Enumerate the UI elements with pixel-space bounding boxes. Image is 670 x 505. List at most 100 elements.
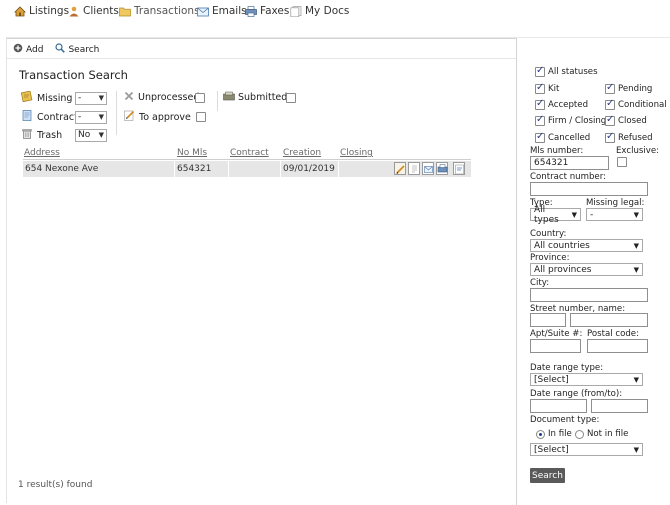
status-checkbox[interactable] bbox=[605, 131, 615, 143]
province-select[interactable]: All provinces ▼ bbox=[530, 263, 643, 276]
chevron-down-icon: ▼ bbox=[98, 94, 104, 102]
to-approve-label: To approve bbox=[139, 111, 191, 123]
status-checkbox[interactable] bbox=[605, 98, 615, 110]
col-contract[interactable]: Contract bbox=[230, 148, 269, 158]
col-address[interactable]: Address bbox=[24, 148, 60, 158]
postal-label: Postal code: bbox=[587, 329, 639, 339]
submitted-icon bbox=[223, 91, 235, 104]
table-header-rule bbox=[23, 159, 471, 160]
document-select-value: [Select] bbox=[534, 444, 569, 455]
status-label: Refused bbox=[618, 133, 653, 143]
date-range-label: Date range (from/to): bbox=[530, 389, 623, 399]
status-checkbox[interactable] bbox=[535, 82, 545, 94]
nav-clients-label: Clients bbox=[83, 5, 119, 17]
nav-listings[interactable]: Listings bbox=[14, 4, 69, 18]
nav-emails[interactable]: Emails bbox=[197, 4, 247, 18]
status-conditional[interactable]: Conditional bbox=[605, 98, 667, 110]
document-select[interactable]: [Select] ▼ bbox=[530, 443, 643, 456]
city-input[interactable] bbox=[530, 288, 648, 302]
apt-label: Apt/Suite #: bbox=[530, 329, 583, 339]
status-firm-closing[interactable]: Firm / Closing bbox=[535, 114, 606, 126]
nav-clients[interactable]: Clients bbox=[68, 4, 119, 18]
apt-input[interactable] bbox=[530, 339, 581, 353]
date-to-input[interactable] bbox=[591, 399, 648, 413]
search-button[interactable]: Search bbox=[530, 468, 565, 483]
contract-filter: Contract - ▼ bbox=[21, 110, 107, 124]
status-checkbox[interactable] bbox=[535, 131, 545, 143]
col-mls[interactable]: No Mls bbox=[177, 148, 207, 158]
type-select-value: All types bbox=[534, 204, 559, 225]
print-icon[interactable] bbox=[436, 162, 448, 175]
country-select[interactable]: All countries ▼ bbox=[530, 239, 643, 252]
all-statuses-checkbox[interactable] bbox=[535, 65, 545, 77]
cell-address: 654 Nexone Ave bbox=[25, 164, 99, 174]
top-nav: Listings Clients Transactions Emails Fax… bbox=[0, 0, 670, 22]
nav-mydocs[interactable]: My Docs bbox=[290, 4, 349, 18]
submitted-checkbox[interactable] bbox=[286, 92, 296, 103]
status-closed[interactable]: Closed bbox=[605, 114, 647, 126]
nav-transactions[interactable]: Transactions bbox=[119, 4, 200, 18]
contract-select[interactable]: - ▼ bbox=[75, 110, 107, 124]
not-in-file-radio[interactable] bbox=[575, 429, 584, 439]
status-pending[interactable]: Pending bbox=[605, 82, 652, 94]
col-closing[interactable]: Closing bbox=[340, 148, 373, 158]
status-refused[interactable]: Refused bbox=[605, 131, 653, 143]
date-range-type-select[interactable]: [Select] ▼ bbox=[530, 373, 643, 386]
submitted-filter: Submitted bbox=[223, 91, 296, 104]
status-label: Kit bbox=[548, 84, 560, 94]
status-accepted[interactable]: Accepted bbox=[535, 98, 588, 110]
email-icon[interactable] bbox=[422, 162, 434, 175]
nav-listings-label: Listings bbox=[29, 5, 70, 17]
status-checkbox[interactable] bbox=[535, 98, 545, 110]
document-icon[interactable] bbox=[408, 162, 420, 175]
street-name-input[interactable] bbox=[570, 313, 648, 327]
table-row[interactable]: 654 Nexone Ave 654321 09/01/2019 bbox=[23, 161, 471, 177]
x-mark-icon bbox=[124, 91, 134, 104]
missing-legal-label: Missing legal: bbox=[586, 198, 645, 208]
exclusive-checkbox[interactable] bbox=[617, 157, 627, 167]
country-select-value: All countries bbox=[534, 240, 590, 251]
nav-faxes[interactable]: Faxes bbox=[245, 4, 289, 18]
postal-input[interactable] bbox=[587, 339, 648, 353]
status-checkbox[interactable] bbox=[605, 114, 615, 126]
not-in-file-option[interactable]: Not in file bbox=[575, 429, 628, 439]
edit-icon[interactable] bbox=[394, 162, 406, 175]
not-in-file-label: Not in file bbox=[587, 429, 629, 439]
unprocessed-checkbox[interactable] bbox=[195, 92, 205, 103]
chevron-down-icon: ▼ bbox=[571, 210, 577, 219]
status-checkbox[interactable] bbox=[605, 82, 615, 94]
type-select[interactable]: All types ▼ bbox=[530, 205, 581, 225]
clients-icon bbox=[68, 6, 80, 17]
missing-select[interactable]: - ▼ bbox=[75, 91, 107, 105]
mls-input[interactable]: 654321 bbox=[530, 156, 609, 170]
chevron-down-icon: ▼ bbox=[633, 445, 639, 454]
add-label: Add bbox=[26, 44, 44, 55]
toolbar-divider bbox=[7, 58, 517, 59]
all-statuses-option[interactable]: All statuses bbox=[535, 65, 598, 77]
folder-icon bbox=[119, 6, 131, 17]
to-approve-filter: To approve bbox=[124, 110, 206, 124]
trash-select[interactable]: No ▼ bbox=[75, 128, 107, 142]
missing-icon bbox=[20, 90, 33, 105]
contract-number-input[interactable] bbox=[530, 182, 648, 196]
date-from-input[interactable] bbox=[530, 399, 587, 413]
status-cancelled[interactable]: Cancelled bbox=[535, 131, 590, 143]
cell-mls: 654321 bbox=[177, 164, 212, 174]
trash-label: Trash bbox=[37, 129, 63, 141]
in-file-radio[interactable] bbox=[536, 429, 545, 439]
in-file-option[interactable]: In file bbox=[536, 429, 572, 439]
add-button[interactable]: Add bbox=[13, 43, 43, 56]
to-approve-checkbox[interactable] bbox=[196, 112, 206, 122]
approve-action-icon[interactable] bbox=[453, 162, 465, 175]
chevron-down-icon: ▼ bbox=[633, 241, 639, 250]
search-toolbar-button[interactable]: Search bbox=[55, 43, 99, 56]
street-number-input[interactable] bbox=[530, 313, 566, 327]
cell-divider bbox=[228, 161, 229, 177]
col-creation[interactable]: Creation bbox=[283, 148, 321, 158]
status-kit[interactable]: Kit bbox=[535, 82, 560, 94]
status-checkbox[interactable] bbox=[535, 114, 545, 126]
date-range-type-value: [Select] bbox=[534, 374, 569, 385]
missing-legal-select[interactable]: - ▼ bbox=[586, 208, 643, 221]
country-label: Country: bbox=[530, 229, 567, 239]
cell-creation: 09/01/2019 bbox=[283, 164, 335, 174]
